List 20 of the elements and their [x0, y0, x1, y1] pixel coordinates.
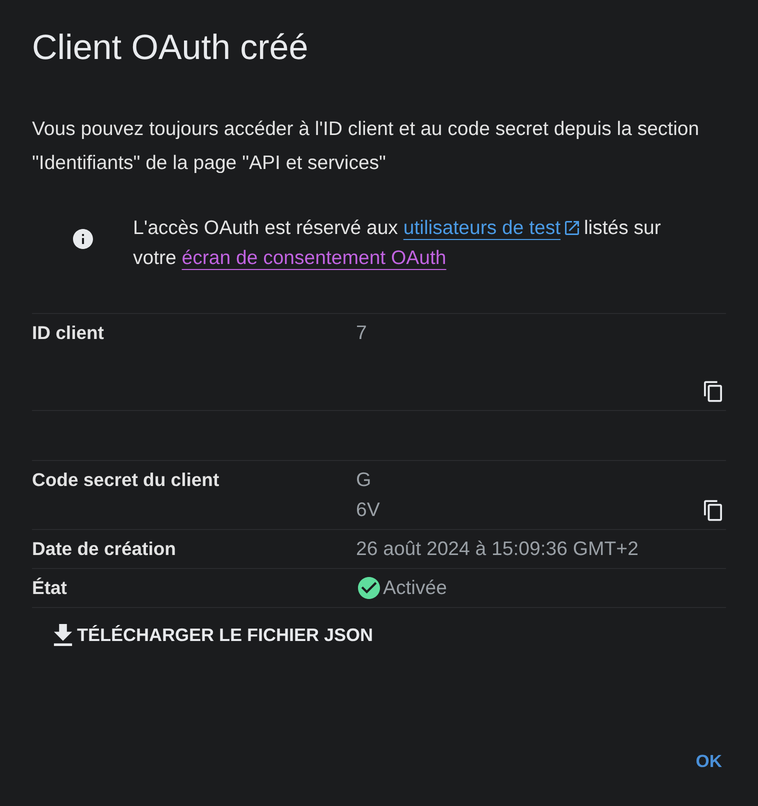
field-label: ID client: [32, 321, 105, 345]
ok-button[interactable]: OK: [684, 742, 734, 780]
field-value: 26 août 2024 à 15:09:36 GMT+2: [356, 537, 638, 562]
field-value: 6V: [356, 498, 380, 523]
field-value: 7: [356, 321, 367, 346]
download-icon: [53, 624, 73, 646]
field-label: Code secret du client: [32, 468, 220, 492]
field-label: Date de création: [32, 537, 177, 561]
field-value: G: [356, 468, 372, 493]
description-text: Vous pouvez toujours accéder à l'ID client et au code secret depuis la section "Identifiants" de la page "API et services": [32, 117, 700, 176]
dialog-title: Client OAuth créé: [32, 28, 310, 68]
copy-icon: [704, 500, 722, 521]
field-label: État: [32, 576, 68, 600]
copy-icon: [704, 381, 722, 402]
inline-link[interactable]: écran de consentement OAuth: [182, 247, 446, 269]
field-value: Activée: [383, 576, 447, 601]
info-icon: [73, 229, 93, 249]
inline-link[interactable]: utilisateurs de test: [403, 217, 579, 239]
notice-text: L'accès OAuth est réservé aux utilisateurs de test listés sur votre écran de consentement OAuth: [133, 216, 662, 271]
download-button[interactable]: TÉLÉCHARGER LE FICHIER JSON: [41, 618, 386, 652]
